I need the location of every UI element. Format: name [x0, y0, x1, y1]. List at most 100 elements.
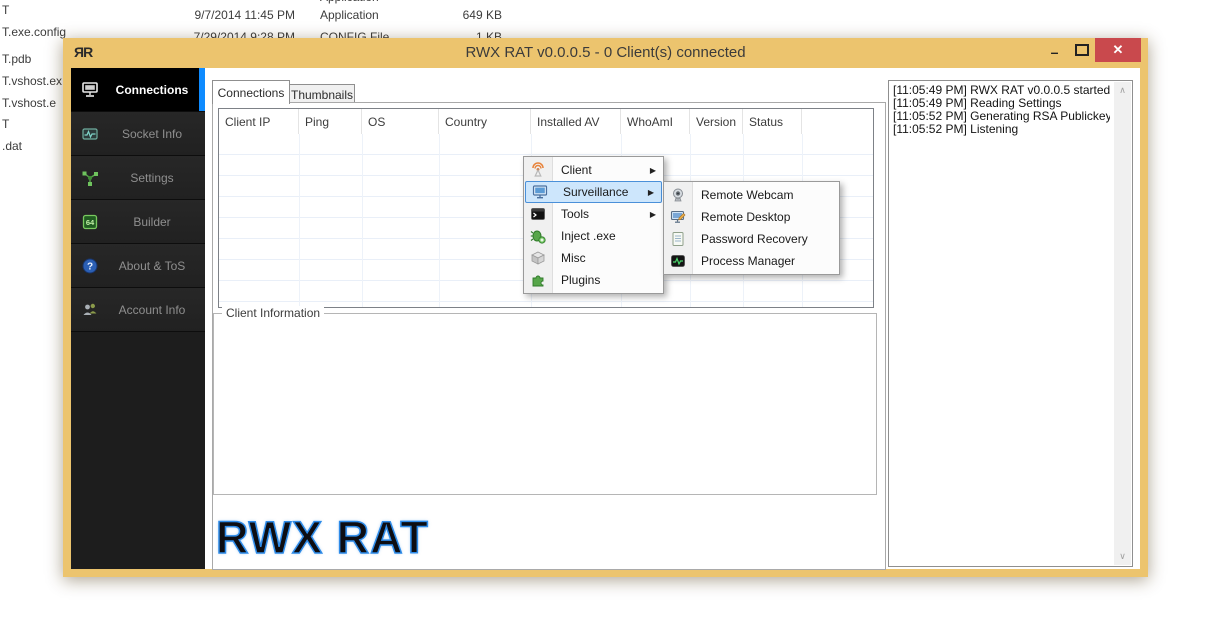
menu-item-label: Process Manager	[701, 254, 795, 268]
column-header-whoami[interactable]: WhoAmI	[621, 109, 690, 134]
file-type: Application	[320, 0, 379, 4]
menu-item-plugins[interactable]: Plugins	[524, 269, 663, 291]
minimize-icon: –	[1051, 44, 1059, 60]
sidebar-item-builder[interactable]: 64 Builder	[71, 200, 205, 244]
client-information-groupbox: Client Information	[213, 313, 877, 495]
log-line: [11:05:52 PM] Listening	[893, 123, 1110, 136]
column-header-ping[interactable]: Ping	[299, 109, 362, 134]
menu-item-label: Inject .exe	[561, 229, 616, 243]
column-divider	[362, 134, 363, 307]
webcam-icon	[668, 187, 688, 203]
menu-item-misc[interactable]: Misc	[524, 247, 663, 269]
main-pane: Connections Thumbnails Client IP Ping OS…	[205, 68, 1140, 569]
sidebar-item-settings[interactable]: Settings	[71, 156, 205, 200]
window-title: RWX RAT v0.0.0.5 - 0 Client(s) connected	[63, 38, 1148, 68]
tab-thumbnails[interactable]: Thumbnails	[289, 84, 355, 104]
puzzle-icon	[528, 272, 548, 288]
menu-item-label: Remote Webcam	[701, 188, 793, 202]
sidebar-item-label: Connections	[109, 83, 205, 97]
rwx-rat-logo: RWX RAT	[216, 512, 429, 564]
menu-item-label: Tools	[561, 207, 589, 221]
menu-item-process-manager[interactable]: Process Manager	[664, 250, 839, 272]
help-icon-text: ?	[87, 261, 93, 272]
users-icon	[71, 301, 109, 319]
titlebar: ЯR RWX RAT v0.0.0.5 - 0 Client(s) connec…	[63, 38, 1148, 68]
context-menu: Client ▶ Surveillance ▶ Tools ▶ Inject .…	[523, 156, 664, 294]
menu-item-tools[interactable]: Tools ▶	[524, 203, 663, 225]
column-header-installed-av[interactable]: Installed AV	[531, 109, 621, 134]
menu-item-label: Misc	[561, 251, 586, 265]
scroll-up-icon[interactable]: ∧	[1114, 82, 1131, 99]
rat-window: ЯR RWX RAT v0.0.0.5 - 0 Client(s) connec…	[63, 38, 1148, 577]
menu-item-inject-exe[interactable]: Inject .exe	[524, 225, 663, 247]
document-icon	[668, 231, 688, 247]
surveillance-submenu: Remote Webcam Remote Desktop Password Re…	[663, 181, 840, 275]
submenu-arrow-icon: ▶	[650, 166, 656, 175]
log-panel[interactable]: [11:05:49 PM] RWX RAT v0.0.0.5 started […	[888, 80, 1133, 567]
sidebar-item-about-tos[interactable]: ? About & ToS	[71, 244, 205, 288]
sidebar-item-label: Socket Info	[109, 127, 205, 141]
groupbox-title: Client Information	[222, 306, 324, 320]
menu-item-label: Remote Desktop	[701, 210, 790, 224]
window-content: Connections Socket Info Settings 64 Buil…	[71, 68, 1140, 569]
window-controls: – ✕	[1041, 38, 1141, 64]
bug-icon	[528, 228, 548, 244]
column-header-version[interactable]: Version	[690, 109, 743, 134]
menu-item-label: Client	[561, 163, 592, 177]
file-date: 9/7/2014 11:45 PM	[183, 8, 295, 22]
submenu-arrow-icon: ▶	[650, 210, 656, 219]
connections-icon	[71, 81, 109, 99]
antenna-icon	[528, 162, 548, 178]
file-item[interactable]: T.vshost.e	[2, 96, 56, 114]
column-header-client-ip[interactable]: Client IP	[219, 109, 299, 134]
file-row-clipped[interactable]: Application	[0, 0, 520, 7]
sidebar-item-label: About & ToS	[109, 259, 205, 273]
menu-item-label: Surveillance	[563, 185, 628, 199]
column-divider	[439, 134, 440, 307]
maximize-button[interactable]	[1068, 38, 1095, 62]
sidebar-item-label: Builder	[109, 215, 205, 229]
file-item[interactable]: T	[2, 117, 9, 135]
help-icon: ?	[71, 257, 109, 275]
close-icon: ✕	[1113, 42, 1124, 58]
monitor-icon	[530, 184, 550, 200]
sidebar-item-connections[interactable]: Connections	[71, 68, 205, 112]
menu-item-surveillance[interactable]: Surveillance ▶	[525, 181, 662, 203]
file-item[interactable]: T.pdb	[2, 52, 31, 70]
socket-info-icon	[71, 125, 109, 143]
menu-item-label: Password Recovery	[701, 232, 808, 246]
block-icon	[528, 250, 548, 266]
sidebar: Connections Socket Info Settings 64 Buil…	[71, 68, 205, 569]
column-divider	[299, 134, 300, 307]
file-row[interactable]: 9/7/2014 11:45 PM Application 649 KB	[0, 8, 520, 25]
submenu-arrow-icon: ▶	[648, 188, 654, 197]
minimize-button[interactable]: –	[1041, 38, 1068, 64]
log-scrollbar[interactable]: ∧ ∨	[1114, 82, 1131, 565]
tab-connections[interactable]: Connections	[212, 80, 290, 104]
builder-icon: 64	[71, 213, 109, 231]
menu-item-password-recovery[interactable]: Password Recovery	[664, 228, 839, 250]
column-header-empty	[802, 109, 873, 134]
sidebar-item-account-info[interactable]: Account Info	[71, 288, 205, 332]
menu-item-remote-webcam[interactable]: Remote Webcam	[664, 184, 839, 206]
sidebar-item-label: Settings	[109, 171, 205, 185]
scroll-down-icon[interactable]: ∨	[1114, 548, 1131, 565]
file-item[interactable]: T.vshost.ex	[2, 74, 62, 92]
console-icon	[528, 206, 548, 222]
column-header-country[interactable]: Country	[439, 109, 531, 134]
column-header-status[interactable]: Status	[743, 109, 802, 134]
menu-item-remote-desktop[interactable]: Remote Desktop	[664, 206, 839, 228]
menu-item-client[interactable]: Client ▶	[524, 159, 663, 181]
file-size: 649 KB	[436, 8, 502, 22]
menu-item-label: Plugins	[561, 273, 600, 287]
file-type: Application	[320, 8, 379, 22]
log-lines: [11:05:49 PM] RWX RAT v0.0.0.5 started […	[893, 84, 1110, 136]
process-monitor-icon	[668, 253, 688, 269]
close-button[interactable]: ✕	[1095, 38, 1141, 62]
sidebar-item-socket-info[interactable]: Socket Info	[71, 112, 205, 156]
builder-icon-text: 64	[86, 218, 95, 227]
column-header-os[interactable]: OS	[362, 109, 439, 134]
table-header: Client IP Ping OS Country Installed AV W…	[219, 109, 873, 135]
sidebar-item-label: Account Info	[109, 303, 205, 317]
file-item[interactable]: .dat	[2, 139, 22, 157]
